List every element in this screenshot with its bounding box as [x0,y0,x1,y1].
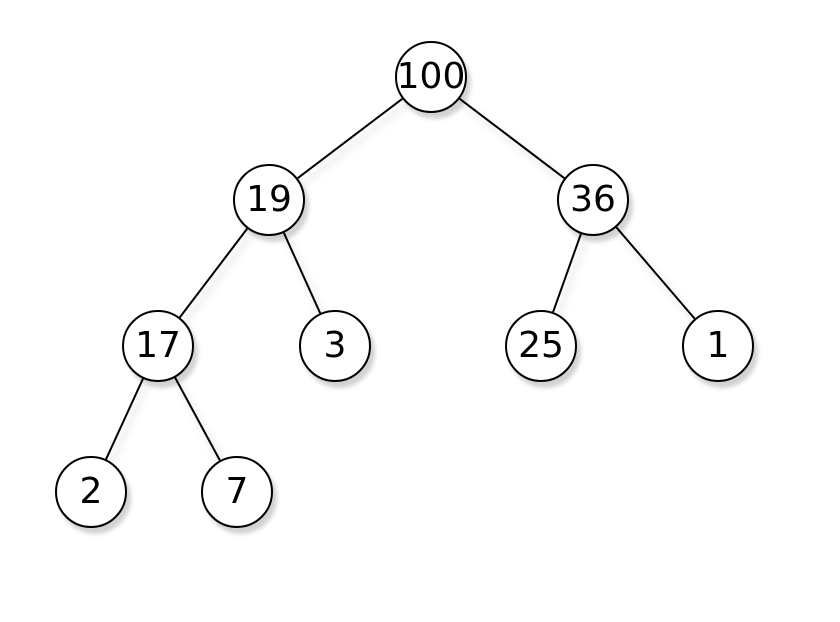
tree-node: 3 [299,310,371,382]
tree-edge [460,99,565,178]
tree-edge [284,233,320,313]
tree-node: 36 [557,164,629,236]
tree-edge [180,229,247,318]
tree-node: 19 [233,164,305,236]
tree-node: 17 [122,310,194,382]
tree-node: 1 [682,310,754,382]
tree-diagram: 100 19 36 17 3 25 1 2 7 [0,0,840,622]
tree-node: 7 [201,456,273,528]
tree-edge [175,378,220,461]
tree-edge [106,379,143,460]
tree-edge [616,227,694,318]
tree-node-root: 100 [395,41,467,113]
tree-edge [298,99,403,178]
tree-node: 2 [55,456,127,528]
tree-edge [553,234,581,312]
tree-node: 25 [505,310,577,382]
